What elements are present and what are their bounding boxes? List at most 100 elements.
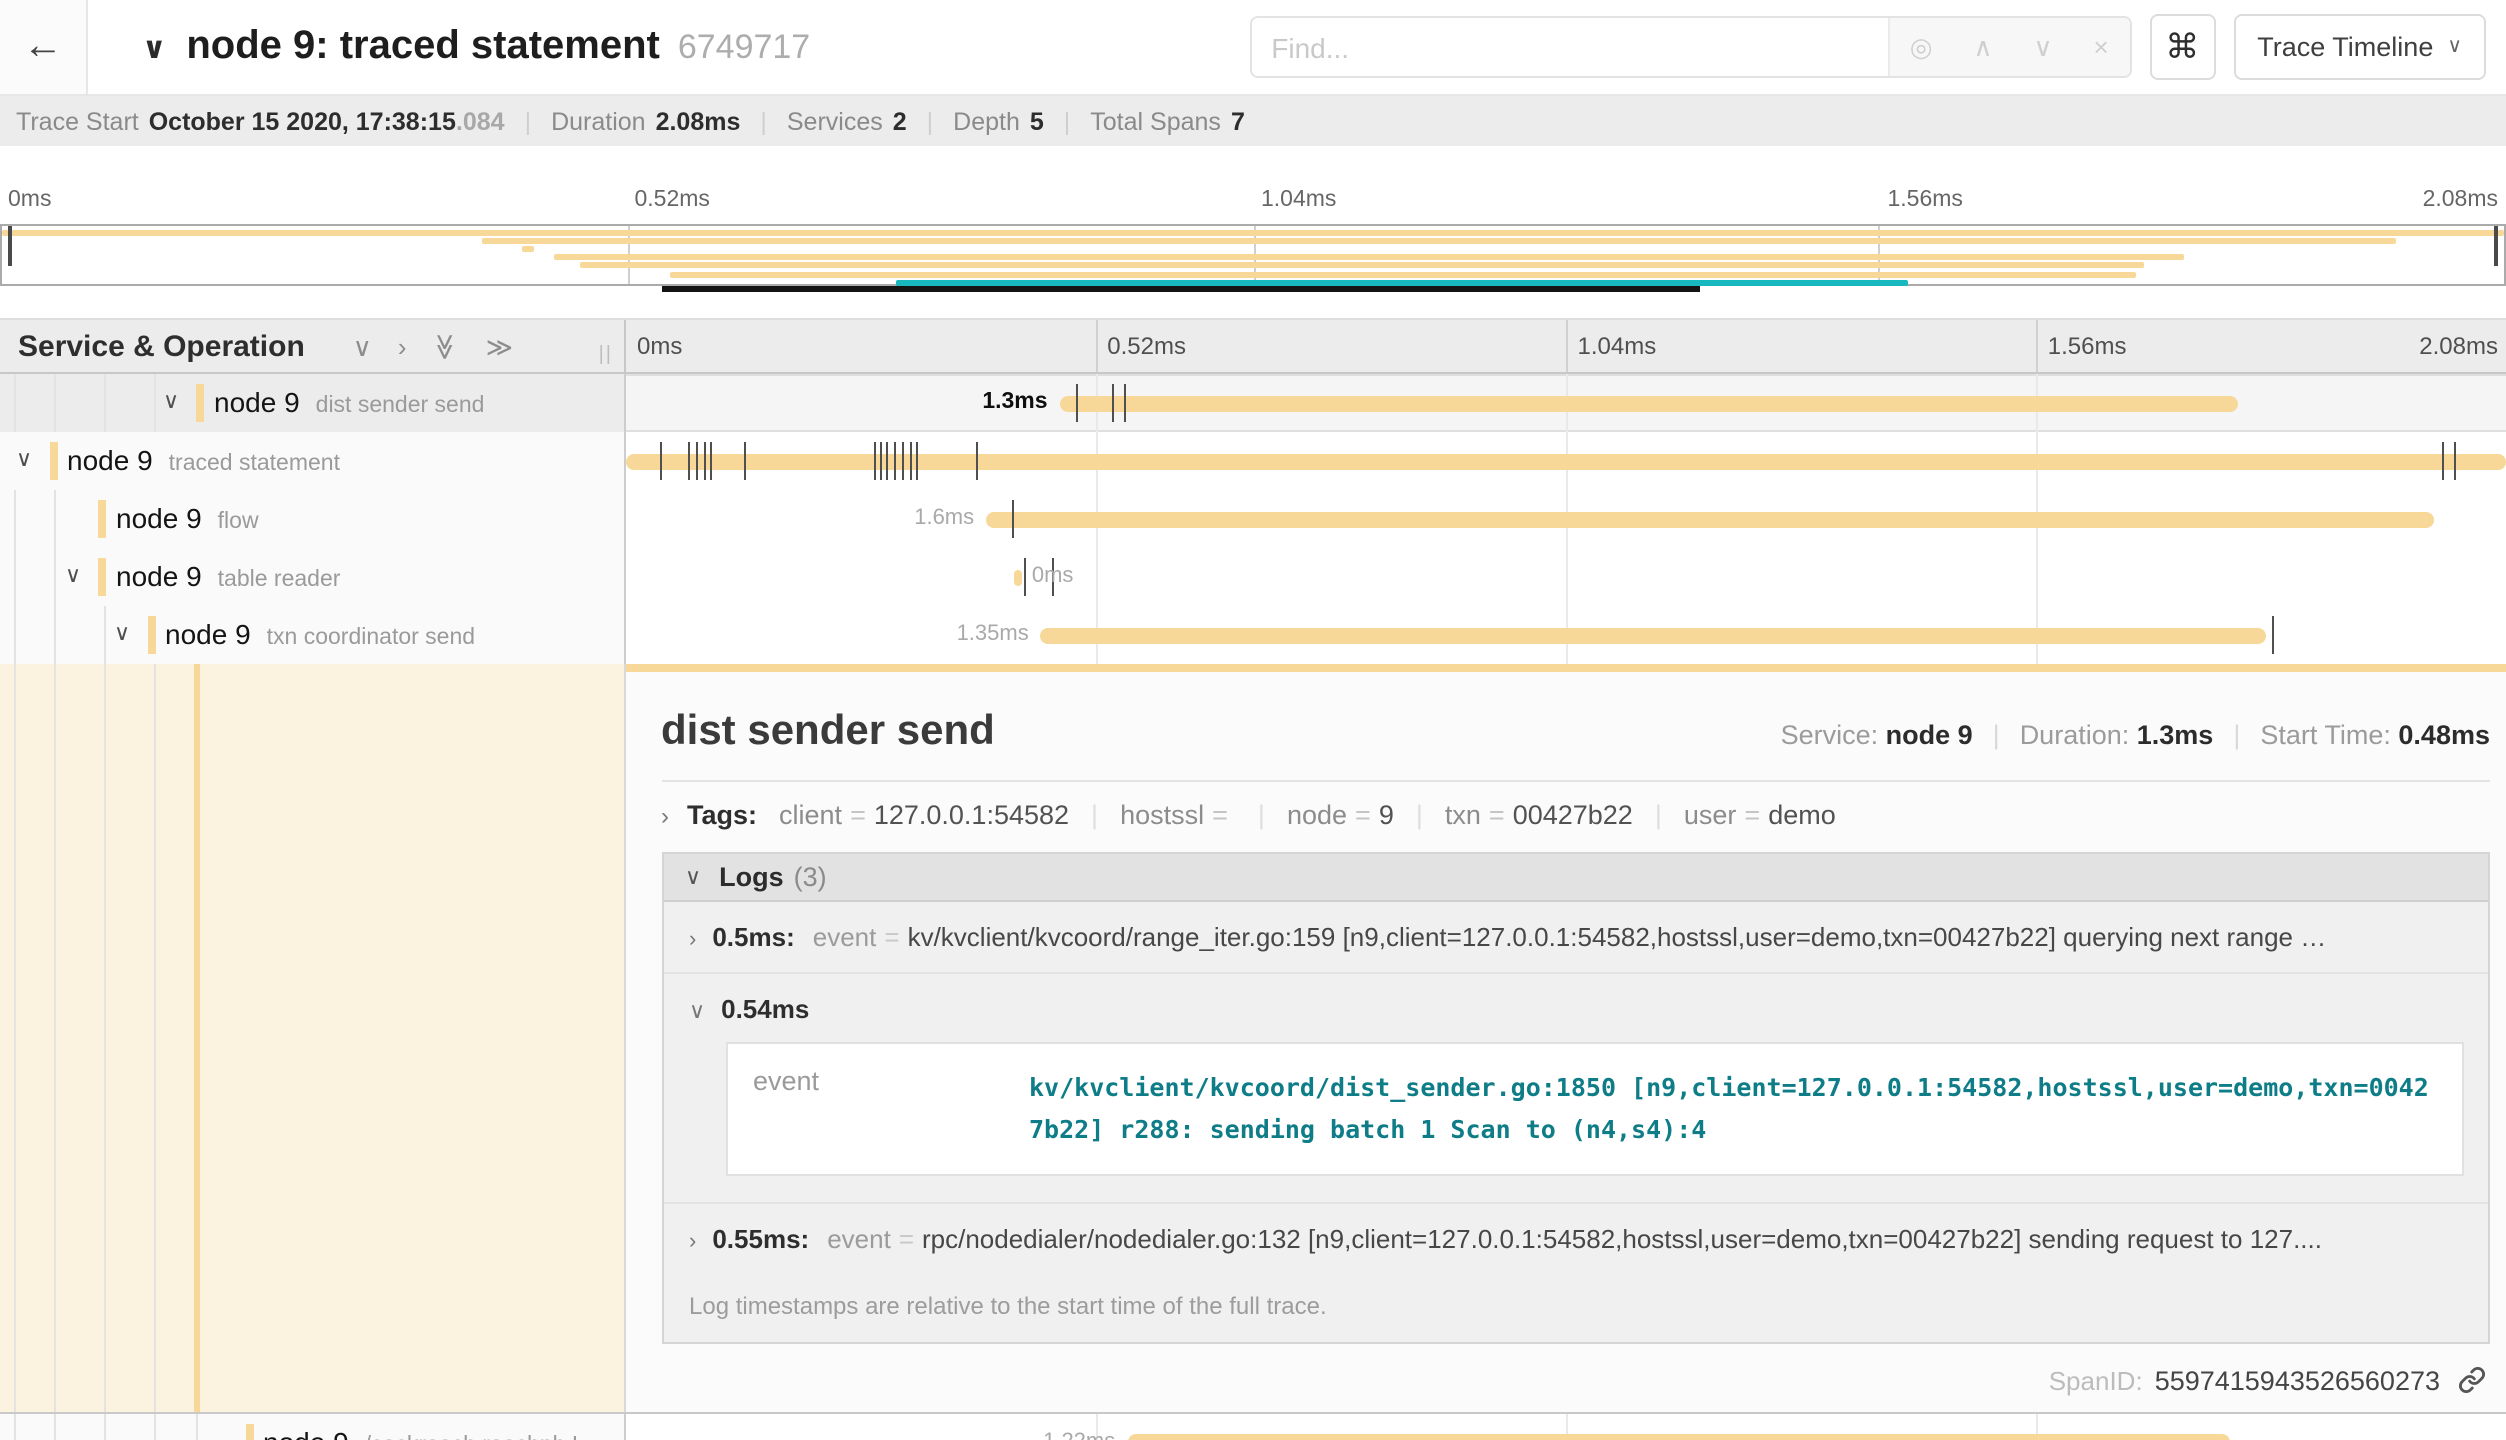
span-timeline-cell[interactable]: 1.3ms xyxy=(625,374,2506,432)
span-rows: ∨node 9dist sender send1.3ms ∨node 9trac… xyxy=(0,374,2506,1440)
separator: | xyxy=(1064,107,1071,135)
span-row[interactable]: node 9/cockroach.roachpb.I... 1.22ms xyxy=(0,1413,2506,1440)
log-marker-tick xyxy=(1112,384,1114,422)
span-name-cell[interactable]: ∨node 9dist sender send xyxy=(0,374,625,432)
span-name-cell[interactable]: ∨ node 9table reader xyxy=(0,548,625,606)
log-entry-row[interactable]: ›0.55ms:event=rpc/nodedialer/nodedialer.… xyxy=(663,1201,2488,1273)
separator: | xyxy=(525,107,532,135)
collapse-all-icon[interactable]: ≫ xyxy=(433,332,459,359)
chevron-down-icon: ∨ xyxy=(2447,36,2462,58)
ruler-tick-label: 2.08ms xyxy=(2419,332,2498,360)
collapse-one-icon[interactable]: ∨ xyxy=(353,333,372,359)
span-bar[interactable] xyxy=(1127,1434,2229,1440)
log-field-key: event xyxy=(827,1223,891,1253)
span-expander-icon[interactable]: ∨ xyxy=(114,606,130,664)
grid-header: Service & Operation ∨›≫≫ || 0ms0.52ms1.0… xyxy=(0,318,2506,374)
minimap-drag-handle-right[interactable] xyxy=(2494,226,2498,266)
view-select-label: Trace Timeline xyxy=(2257,32,2433,62)
span-name: node 9traced statement xyxy=(67,432,340,490)
span-bar[interactable] xyxy=(625,453,2506,469)
trace-summary-label: Duration xyxy=(551,107,646,135)
find-group: ◎ ∧ ∨ × xyxy=(1249,16,2131,78)
equals-sign: = xyxy=(1212,800,1228,830)
span-expander-icon[interactable]: ∨ xyxy=(163,374,179,432)
span-timeline-cell[interactable]: 1.22ms xyxy=(625,1413,2506,1440)
separator: | xyxy=(760,107,767,135)
minimap-span-bar xyxy=(555,254,2184,260)
span-expander-icon[interactable]: ∨ xyxy=(65,548,81,606)
span-timeline-cell[interactable]: 1.6ms xyxy=(625,490,2506,548)
span-timeline-cell[interactable]: 0ms xyxy=(625,548,2506,606)
minimap-scrubber-track xyxy=(0,286,2506,292)
logs-header[interactable]: ∨ Logs (3) xyxy=(663,854,2488,902)
minimap-tick-label: 2.08ms xyxy=(2423,188,2498,212)
log-marker-tick xyxy=(661,442,663,480)
title-collapse-icon[interactable]: ∨ xyxy=(142,30,166,66)
span-timeline-cell[interactable] xyxy=(625,432,2506,490)
span-row[interactable]: ∨ node 9traced statement xyxy=(0,432,2506,490)
span-name: node 9/cockroach.roachpb.I... xyxy=(263,1413,597,1440)
ruler-gridline xyxy=(2036,320,2038,372)
tree-guide-line xyxy=(196,1413,198,1440)
prev-result-icon[interactable]: ∧ xyxy=(1973,31,1992,63)
tag-value: demo xyxy=(1768,800,1836,830)
log-entry-header[interactable]: ∨0.54ms xyxy=(689,988,2468,1042)
link-icon[interactable] xyxy=(2458,1366,2486,1394)
back-button[interactable]: ← xyxy=(0,0,88,94)
log-timestamp: 0.55ms: xyxy=(712,1223,809,1253)
span-name-cell[interactable]: node 9/cockroach.roachpb.I... xyxy=(0,1413,625,1440)
span-bar[interactable] xyxy=(1060,395,2239,411)
tree-guide-line xyxy=(153,664,155,1411)
span-bar[interactable] xyxy=(1041,627,2266,643)
minimap-drag-handle-left[interactable] xyxy=(8,226,12,266)
span-name-cell[interactable]: node 9flow xyxy=(0,490,625,548)
span-id-value: 5597415943526560273 xyxy=(2155,1365,2440,1395)
span-name: node 9table reader xyxy=(116,548,340,606)
span-row[interactable]: ∨node 9dist sender send1.3ms xyxy=(0,374,2506,432)
separator: | xyxy=(1091,800,1098,830)
span-row[interactable]: ∨node 9txn coordinator send1.35ms xyxy=(0,606,2506,664)
span-detail-title: dist sender send xyxy=(661,708,995,756)
view-select-button[interactable]: Trace Timeline ∨ xyxy=(2233,14,2486,80)
log-entry-row[interactable]: ›0.5ms:event=kv/kvclient/kvcoord/range_i… xyxy=(663,902,2488,972)
detail-meta-value: node 9 xyxy=(1886,720,1973,750)
keyboard-shortcuts-button[interactable]: ⌘ xyxy=(2149,14,2215,80)
tree-guide-line xyxy=(14,548,16,606)
minimap-canvas[interactable] xyxy=(0,224,2506,286)
divider xyxy=(661,780,2490,782)
span-name-cell[interactable]: ∨node 9txn coordinator send xyxy=(0,606,625,664)
service-name: node 9 xyxy=(214,386,300,418)
clear-search-icon[interactable]: × xyxy=(2094,32,2109,62)
log-marker-tick xyxy=(909,442,911,480)
log-marker-tick xyxy=(2273,616,2275,654)
scope-icon[interactable]: ◎ xyxy=(1910,31,1933,63)
log-marker-tick xyxy=(1076,384,1078,422)
span-bar[interactable] xyxy=(1014,569,1022,585)
separator: | xyxy=(1258,800,1265,830)
span-color-band xyxy=(625,664,2506,672)
column-resizer-handle[interactable]: || xyxy=(599,344,613,366)
expand-one-icon[interactable]: › xyxy=(398,333,407,359)
tree-guide-line xyxy=(54,606,56,664)
span-row[interactable]: node 9flow1.6ms xyxy=(0,490,2506,548)
equals-sign: = xyxy=(1744,800,1760,830)
expand-all-icon[interactable]: ≫ xyxy=(486,333,513,359)
next-result-icon[interactable]: ∨ xyxy=(2034,31,2053,63)
tags-row[interactable]: › Tags: client=127.0.0.1:54582|hostssl=|… xyxy=(661,800,2490,830)
tag-key: user xyxy=(1684,800,1737,830)
span-timeline-cell[interactable]: 1.35ms xyxy=(625,606,2506,664)
tree-guide-line xyxy=(54,664,56,1411)
separator: | xyxy=(927,107,934,135)
log-marker-tick xyxy=(1012,500,1014,538)
span-bar[interactable] xyxy=(986,511,2434,527)
span-row[interactable]: ∨ node 9table reader 0ms xyxy=(0,548,2506,606)
span-expander-icon[interactable]: ∨ xyxy=(16,432,32,490)
log-marker-tick xyxy=(917,442,919,480)
minimap-scrubber[interactable] xyxy=(662,286,1699,292)
span-name-cell[interactable]: ∨ node 9traced statement xyxy=(0,432,625,490)
find-input[interactable] xyxy=(1251,18,1887,76)
span-detail-panel: dist sender send Service: node 9|Duratio… xyxy=(625,664,2506,1411)
trace-summary-label: Trace Start xyxy=(16,107,139,135)
log-timestamp: 0.54ms xyxy=(721,994,809,1024)
tag-key: txn xyxy=(1445,800,1481,830)
